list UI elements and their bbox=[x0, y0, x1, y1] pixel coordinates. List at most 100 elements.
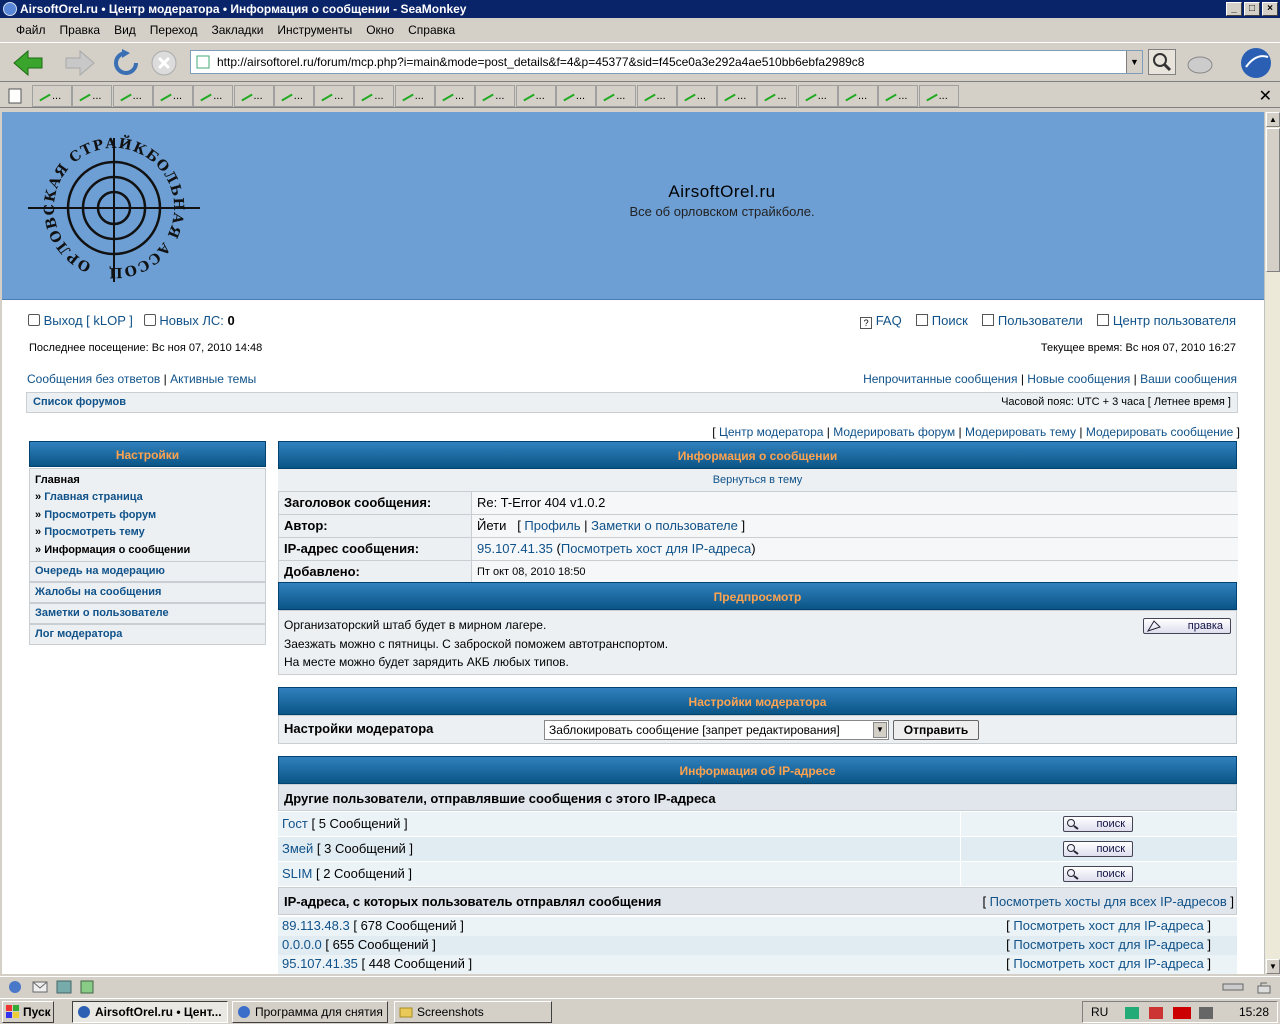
browser-tab[interactable]: ... bbox=[273, 85, 314, 107]
menu-bookmarks[interactable]: Закладки bbox=[211, 20, 263, 40]
sidebar-link-reports[interactable]: Жалобы на сообщения bbox=[29, 582, 266, 603]
sidebar-link-queue[interactable]: Очередь на модерацию bbox=[29, 561, 266, 582]
print-icon[interactable] bbox=[1186, 49, 1214, 77]
browser-tab[interactable]: ... bbox=[394, 85, 435, 107]
your-posts-link[interactable]: Ваши сообщения bbox=[1140, 372, 1237, 386]
browser-tab[interactable]: ... bbox=[717, 85, 758, 107]
task-screenshot-program[interactable]: Программа для снятия ... bbox=[232, 1001, 388, 1023]
mcp-main-link[interactable]: Центр модератора bbox=[719, 425, 823, 439]
task-screenshots-folder[interactable]: Screenshots bbox=[394, 1001, 552, 1023]
browser-tab[interactable]: ... bbox=[797, 85, 838, 107]
vertical-scrollbar[interactable]: ▲ ▼ bbox=[1264, 112, 1280, 974]
ip-link[interactable]: 95.107.41.35 bbox=[282, 956, 358, 971]
author-name[interactable]: Йети bbox=[477, 518, 506, 533]
browser-tab[interactable]: ... bbox=[314, 85, 355, 107]
mod-topic-link[interactable]: Модерировать тему bbox=[965, 425, 1076, 439]
browser-tab[interactable]: ... bbox=[435, 85, 475, 107]
close-tab-icon[interactable]: ✕ bbox=[1259, 86, 1272, 106]
lookup-all-link[interactable]: Посмотреть хосты для всех IP-адресов bbox=[990, 894, 1227, 909]
browser-tab[interactable]: ... bbox=[636, 85, 677, 107]
browser-tab[interactable]: ... bbox=[878, 85, 919, 107]
browser-tab[interactable]: ... bbox=[152, 85, 193, 107]
mod-action-select[interactable]: Заблокировать сообщение [запрет редактир… bbox=[544, 720, 889, 740]
browser-tab[interactable]: ... bbox=[72, 85, 113, 107]
browser-tab[interactable]: ... bbox=[918, 85, 959, 107]
url-dropdown-arrow-icon[interactable]: ▼ bbox=[1126, 51, 1142, 73]
back-arrow-icon[interactable] bbox=[12, 49, 44, 77]
menu-help[interactable]: Справка bbox=[408, 20, 455, 40]
reload-icon[interactable] bbox=[112, 49, 140, 77]
unanswered-link[interactable]: Сообщения без ответов bbox=[27, 372, 160, 386]
post-ip-link[interactable]: 95.107.41.35 bbox=[477, 541, 553, 556]
sidebar-item-view-topic[interactable]: Просмотреть тему bbox=[44, 526, 145, 538]
menu-go[interactable]: Переход bbox=[150, 20, 198, 40]
menu-file[interactable]: Файл bbox=[16, 20, 46, 40]
composer-icon[interactable] bbox=[80, 980, 94, 994]
scroll-up-icon[interactable]: ▲ bbox=[1266, 112, 1280, 127]
browser-tab[interactable]: ... bbox=[112, 85, 153, 107]
browser-tab[interactable]: ... bbox=[676, 85, 717, 107]
search-user-posts-button[interactable]: поиск bbox=[1063, 866, 1133, 882]
seamonkey-logo-icon[interactable] bbox=[1240, 47, 1272, 79]
user-link[interactable]: SLIM bbox=[282, 866, 312, 881]
sidebar-item-post-details[interactable]: Информация о сообщении bbox=[44, 544, 190, 556]
sidebar-item-view-forum[interactable]: Просмотреть форум bbox=[44, 509, 156, 521]
browser-tab[interactable]: ... bbox=[475, 85, 516, 107]
members-link[interactable]: Пользователи bbox=[998, 313, 1083, 328]
edit-post-button[interactable]: правка bbox=[1143, 618, 1231, 634]
url-bar[interactable]: http://airsoftorel.ru/forum/mcp.php?i=ma… bbox=[190, 50, 1143, 74]
lookup-host-link[interactable]: Посмотреть хост для IP-адреса bbox=[1013, 937, 1203, 952]
browser-tab[interactable]: ... bbox=[515, 85, 556, 107]
whois-link[interactable]: Посмотреть хост для IP-адреса bbox=[561, 541, 751, 556]
search-user-posts-button[interactable]: поиск bbox=[1063, 816, 1133, 832]
browser-tab[interactable]: ... bbox=[757, 85, 798, 107]
user-notes-link[interactable]: Заметки о пользователе bbox=[591, 518, 738, 533]
user-link[interactable]: Змей bbox=[282, 841, 313, 856]
scroll-thumb[interactable] bbox=[1266, 128, 1280, 272]
browser-tab[interactable]: ... bbox=[596, 85, 637, 107]
online-status-icon[interactable] bbox=[8, 980, 22, 994]
close-button[interactable]: × bbox=[1262, 2, 1278, 16]
search-button[interactable] bbox=[1148, 49, 1176, 75]
ip-link[interactable]: 0.0.0.0 bbox=[282, 937, 322, 952]
tray-icons[interactable] bbox=[1123, 1005, 1233, 1021]
menu-tools[interactable]: Инструменты bbox=[277, 20, 352, 40]
pm-link[interactable]: Новых ЛС: bbox=[159, 313, 224, 328]
menu-window[interactable]: Окно bbox=[366, 20, 394, 40]
profile-link[interactable]: Профиль bbox=[524, 518, 580, 533]
unread-link[interactable]: Непрочитанные сообщения bbox=[863, 372, 1017, 386]
chat-icon[interactable] bbox=[56, 980, 72, 994]
forum-index-link[interactable]: Список форумов bbox=[33, 396, 126, 408]
active-topics-link[interactable]: Активные темы bbox=[170, 372, 256, 386]
browser-tab[interactable]: ... bbox=[354, 85, 395, 107]
mod-forum-link[interactable]: Модерировать форум bbox=[833, 425, 955, 439]
browser-tab[interactable]: ... bbox=[233, 85, 274, 107]
lookup-host-link[interactable]: Посмотреть хост для IP-адреса bbox=[1013, 956, 1203, 971]
ip-link[interactable]: 89.113.48.3 bbox=[282, 918, 350, 933]
mod-post-link[interactable]: Модерировать сообщение bbox=[1086, 425, 1233, 439]
scroll-down-icon[interactable]: ▼ bbox=[1266, 959, 1280, 974]
forward-arrow-icon[interactable] bbox=[64, 49, 96, 77]
mail-icon[interactable] bbox=[32, 980, 48, 994]
new-tab-icon[interactable] bbox=[6, 87, 24, 105]
browser-tab[interactable]: ... bbox=[193, 85, 234, 107]
submit-button[interactable]: Отправить bbox=[893, 720, 979, 740]
faq-link[interactable]: FAQ bbox=[876, 313, 902, 328]
site-title[interactable]: AirsoftOrel.ru bbox=[422, 182, 1022, 202]
logout-link[interactable]: Выход [ kLOP ] bbox=[44, 313, 133, 328]
menu-edit[interactable]: Правка bbox=[60, 20, 101, 40]
menu-view[interactable]: Вид bbox=[114, 20, 136, 40]
browser-tab[interactable]: ... bbox=[838, 85, 878, 107]
sidebar-link-log[interactable]: Лог модератора bbox=[29, 624, 266, 645]
maximize-button[interactable]: □ bbox=[1244, 2, 1260, 16]
sidebar-link-notes[interactable]: Заметки о пользователе bbox=[29, 603, 266, 624]
new-posts-link[interactable]: Новые сообщения bbox=[1027, 372, 1130, 386]
browser-tab[interactable]: ... bbox=[555, 85, 596, 107]
lookup-host-link[interactable]: Посмотреть хост для IP-адреса bbox=[1013, 918, 1203, 933]
task-seamonkey[interactable]: AirsoftOrel.ru • Цент... bbox=[72, 1001, 228, 1023]
ucp-link[interactable]: Центр пользователя bbox=[1113, 313, 1236, 328]
start-button[interactable]: Пуск bbox=[2, 1001, 54, 1023]
browser-tab[interactable]: ... bbox=[32, 85, 72, 107]
search-user-posts-button[interactable]: поиск bbox=[1063, 841, 1133, 857]
language-indicator[interactable]: RU bbox=[1091, 1002, 1108, 1022]
